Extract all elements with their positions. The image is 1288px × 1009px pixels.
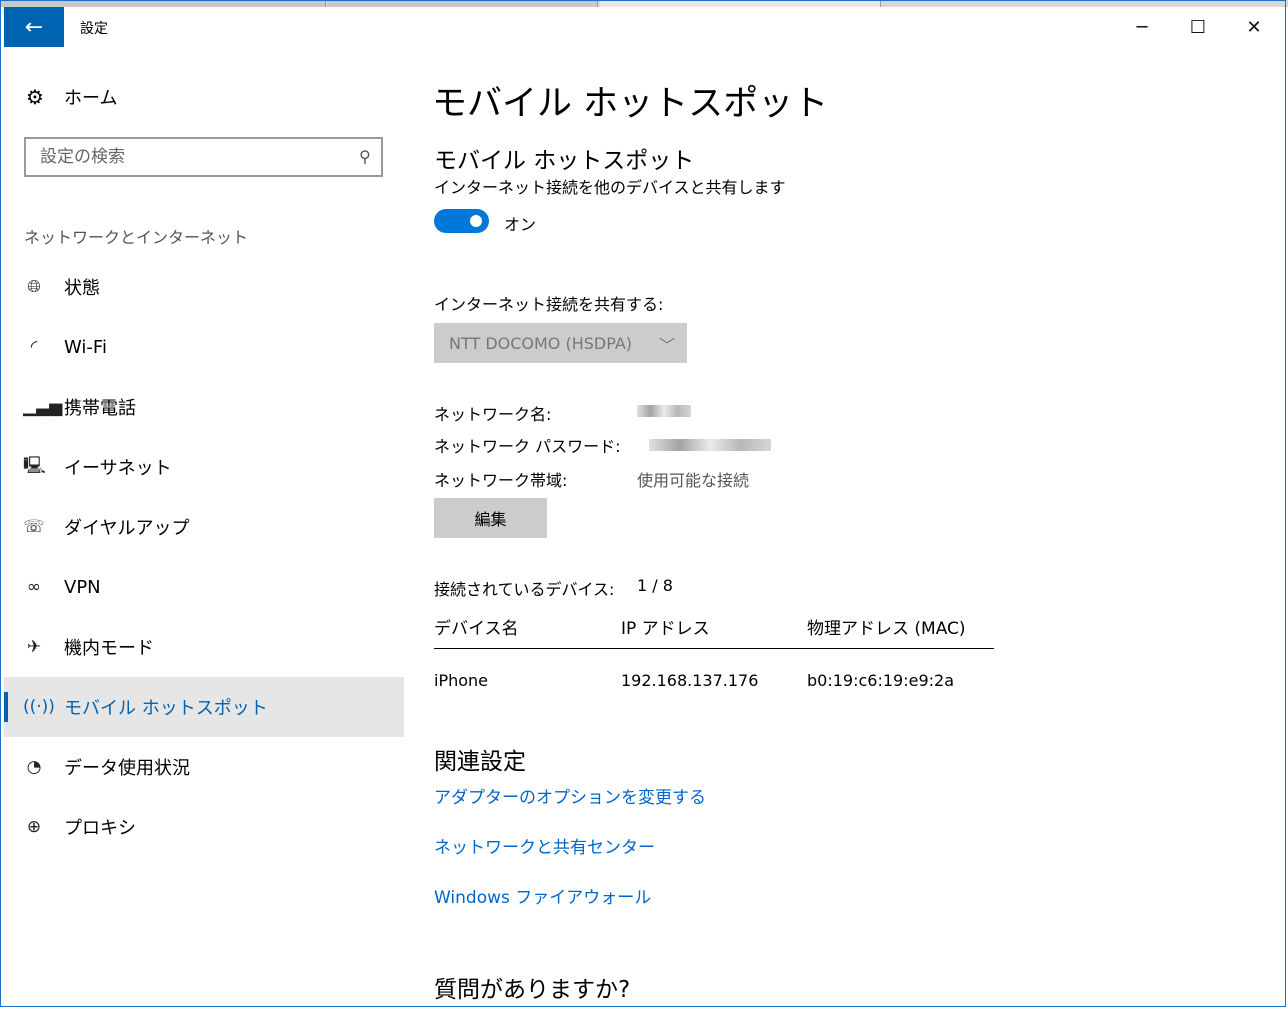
section-title: モバイル ホットスポット [434,148,695,174]
minimize-icon: ─ [1136,16,1148,38]
share-connection-label: インターネット接続を共有する: [434,295,664,314]
signal-bars-icon: ▁▃▅ [23,397,63,417]
close-icon: ✕ [1246,16,1262,38]
column-header-mac: 物理アドレス (MAC) [807,619,966,639]
question-heading: 質問がありますか? [434,977,631,1003]
sidebar-item-dialup[interactable]: ☏ ダイヤルアップ [4,497,404,557]
network-name-row: ネットワーク名: [434,401,691,425]
sidebar: ⚙ ホーム ⚲ ネットワークとインターネット 🌐︎ 状態 ◜ Wi-Fi ▁▃▅… [4,47,404,1005]
sidebar-item-label: ダイヤルアップ [64,518,190,539]
windows-firewall-link[interactable]: Windows ファイアウォール [434,883,651,908]
toggle-state-label: オン [504,215,537,234]
network-band-row: ネットワーク帯域: 使用可能な接続 [434,467,749,491]
nav-list: 🌐︎ 状態 ◜ Wi-Fi ▁▃▅ 携帯電話 🖳︎ イーサネット ☏ ダイヤルア… [4,257,404,857]
network-band-label: ネットワーク帯域: [434,471,568,490]
gear-icon: ⚙ [26,85,44,109]
connected-devices-label: 接続されているデバイス: [434,580,615,599]
network-name-value-redacted [637,401,691,421]
minimize-button[interactable]: ─ [1114,7,1170,47]
network-password-row: ネットワーク パスワード: [434,433,771,457]
maximize-icon: ☐ [1189,16,1207,38]
sidebar-item-label: データ使用状況 [64,758,190,779]
hotspot-icon: ((·)) [23,697,55,717]
sidebar-item-label: 状態 [64,278,100,299]
sidebar-item-label: 携帯電話 [64,398,136,419]
sidebar-item-mobile-hotspot[interactable]: ((·)) モバイル ホットスポット [4,677,404,737]
sidebar-item-status[interactable]: 🌐︎ 状態 [4,257,404,317]
globe-icon: ⊕ [26,817,42,837]
sidebar-item-label: イーサネット [64,458,172,479]
chevron-down-icon: ﹀ [658,336,675,355]
window-title: 設定 [80,21,108,37]
ip-address-cell: 192.168.137.176 [621,671,759,690]
sidebar-item-wifi[interactable]: ◜ Wi-Fi [4,317,404,377]
sidebar-item-proxy[interactable]: ⊕ プロキシ [4,797,404,857]
device-name-cell: iPhone [434,671,489,690]
dialup-icon: ☏ [23,517,45,537]
ethernet-icon: 🖳︎ [23,455,46,476]
sidebar-item-ethernet[interactable]: 🖳︎ イーサネット [4,437,404,497]
edit-button[interactable]: 編集 [434,498,547,538]
wifi-icon: ◜ [30,337,38,357]
search-icon[interactable]: ⚲ [359,147,371,166]
connected-devices-count: 1 / 8 [637,576,673,595]
network-password-value-redacted [649,433,771,455]
search-input[interactable] [26,146,342,168]
sidebar-item-label: Wi-Fi [64,336,107,358]
title-bar: ← 設定 ─ ☐ ✕ [4,7,1284,47]
related-settings-heading: 関連設定 [434,749,526,775]
hotspot-toggle[interactable] [434,209,489,233]
airplane-icon: ✈ [26,637,42,657]
share-connection-dropdown[interactable]: NTT DOCOMO (HSDPA) ﹀ [434,323,687,363]
adapter-options-link[interactable]: アダプターのオプションを変更する [434,783,706,808]
sidebar-item-airplane-mode[interactable]: ✈ 機内モード [4,617,404,677]
sidebar-item-data-usage[interactable]: ◔ データ使用状況 [4,737,404,797]
toggle-knob [470,215,482,227]
page-title: モバイル ホットスポット [432,84,829,124]
sidebar-item-label: 機内モード [64,638,154,659]
column-header-device-name: デバイス名 [434,619,519,639]
network-band-value: 使用可能な接続 [637,471,750,490]
sidebar-item-label: VPN [64,576,101,598]
home-link[interactable]: ⚙ ホーム [24,84,117,110]
section-heading: ネットワークとインターネット [24,228,249,247]
network-name-label: ネットワーク名: [434,405,552,424]
network-password-label: ネットワーク パスワード: [434,437,621,456]
pie-chart-icon: ◔ [26,757,42,777]
globe-status-icon: 🌐︎ [27,277,41,297]
mac-address-cell: b0:19:c6:19:e9:2a [807,671,954,690]
vpn-icon: ∞ [26,577,42,597]
sidebar-item-vpn[interactable]: ∞ VPN [4,557,404,617]
close-button[interactable]: ✕ [1226,7,1282,47]
back-arrow-icon: ← [24,14,44,40]
home-label: ホーム [64,88,118,109]
back-button[interactable]: ← [4,7,64,47]
sidebar-item-label: プロキシ [64,818,136,839]
network-sharing-center-link[interactable]: ネットワークと共有センター [434,833,655,858]
search-box: ⚲ [24,137,383,177]
dropdown-selected-value: NTT DOCOMO (HSDPA) [449,333,633,353]
devices-table-header: デバイス名 IP アドレス 物理アドレス (MAC) [434,614,994,649]
column-header-ip: IP アドレス [621,619,710,639]
hotspot-description: インターネット接続を他のデバイスと共有します [434,178,786,197]
connected-devices-row: 接続されているデバイス: 1 / 8 [434,576,673,600]
maximize-button[interactable]: ☐ [1170,7,1226,47]
sidebar-item-label: モバイル ホットスポット [64,698,268,719]
sidebar-item-cellular[interactable]: ▁▃▅ 携帯電話 [4,377,404,437]
